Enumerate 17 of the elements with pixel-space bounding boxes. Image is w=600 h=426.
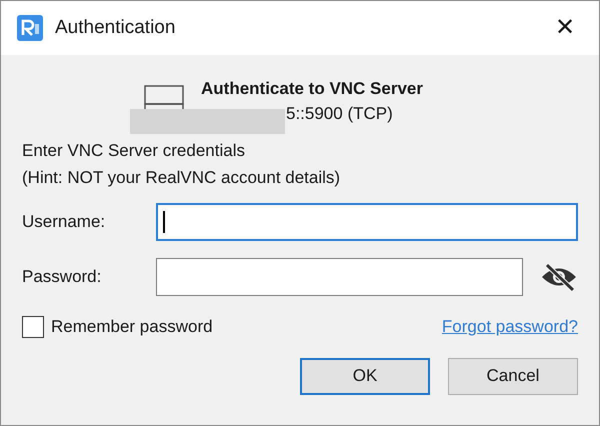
field-label: Username: xyxy=(22,211,106,234)
cancel-button[interactable]: Cancel xyxy=(448,358,578,394)
instruction-text: (Hint: NOT your RealVNC account details) xyxy=(22,167,342,189)
hidden-eye-icon[interactable] xyxy=(540,262,578,292)
forgot-password-link[interactable]: Forgot password? xyxy=(442,314,578,340)
window-title: Authentication xyxy=(55,16,176,40)
dialog-heading: Authenticate to VNC Server xyxy=(201,78,423,100)
ok-button[interactable]: OK xyxy=(300,358,430,394)
instruction-text: Enter VNC Server credentials xyxy=(22,140,246,162)
username-field[interactable] xyxy=(156,203,578,241)
close-button[interactable]: ✕ xyxy=(547,10,583,46)
field-label: Password: xyxy=(22,266,102,288)
password-field[interactable] xyxy=(156,258,524,296)
checkbox-label[interactable]: Remember password xyxy=(51,314,213,340)
server-address: 5::5900 (TCP) xyxy=(285,103,394,125)
app-logo-icon xyxy=(17,15,43,41)
checkbox[interactable] xyxy=(22,316,44,338)
